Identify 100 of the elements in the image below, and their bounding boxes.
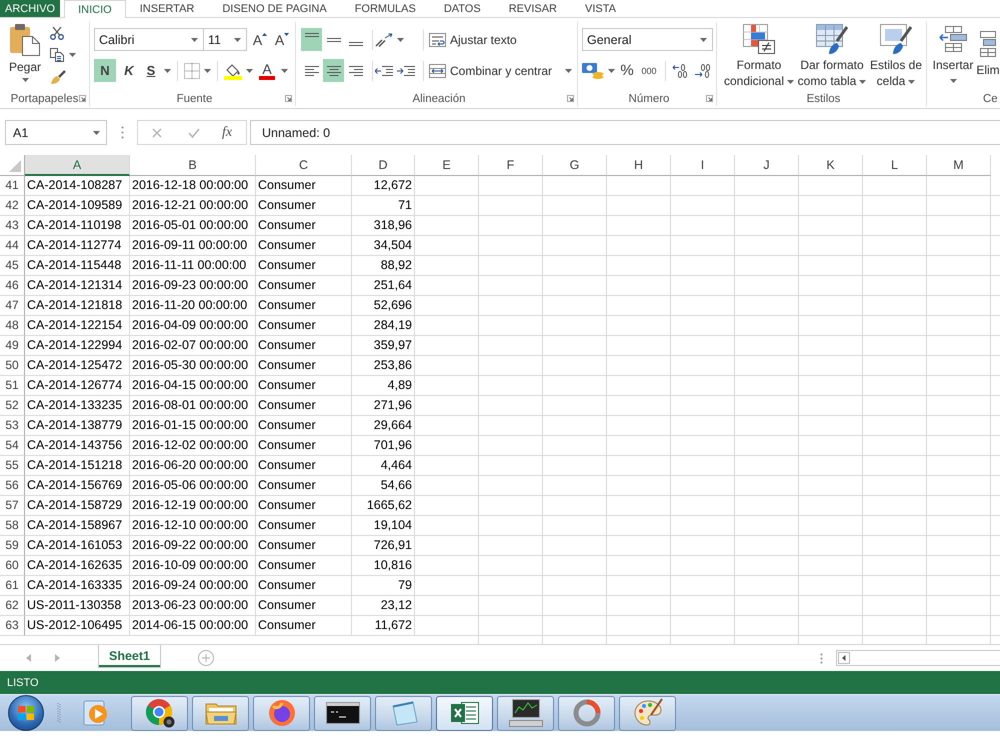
font-size-dropdown[interactable]: 11	[203, 28, 247, 51]
shrink-font-button[interactable]: A	[273, 28, 291, 51]
start-button[interactable]	[8, 695, 44, 731]
brush-icon[interactable]	[50, 70, 66, 85]
horizontal-align-button[interactable]	[323, 59, 344, 82]
row-header[interactable]: 43	[0, 216, 25, 236]
table-cell: 2016-02-07 00:00:00	[130, 336, 256, 356]
caret-icon[interactable]	[204, 68, 211, 72]
column-header[interactable]: F	[479, 155, 543, 176]
row-header[interactable]: 58	[0, 516, 25, 536]
row-header[interactable]: 60	[0, 556, 25, 576]
row-header[interactable]: 41	[0, 176, 25, 196]
row-header[interactable]: 46	[0, 276, 25, 296]
diagonal-arrow-icon[interactable]	[375, 32, 393, 46]
column-header[interactable]: G	[543, 155, 607, 176]
row-header[interactable]: 62	[0, 596, 25, 616]
cell-style-button[interactable]: Estilos de celda	[867, 24, 925, 89]
column-header[interactable]: H	[607, 155, 671, 176]
increase-decimal-icon[interactable]	[672, 64, 690, 78]
column-header[interactable]: I	[671, 155, 735, 176]
caret-icon[interactable]	[565, 68, 572, 72]
row-header[interactable]: 42	[0, 196, 25, 216]
row-header[interactable]: 44	[0, 236, 25, 256]
increase-indent-icon[interactable]	[397, 66, 415, 76]
wrap-text-button[interactable]: Ajustar texto	[426, 28, 520, 51]
caret-icon[interactable]	[281, 68, 288, 72]
caret-icon[interactable]	[608, 68, 615, 72]
row-header[interactable]: 48	[0, 316, 25, 336]
row-header[interactable]: 51	[0, 376, 25, 396]
bold-button[interactable]: N	[94, 59, 116, 82]
column-header[interactable]: A	[25, 155, 130, 176]
conditional-style-button[interactable]: Formato condicional	[721, 24, 797, 89]
borders-icon[interactable]	[184, 62, 200, 78]
grow-font-button[interactable]: A	[251, 28, 269, 51]
ribbon-tab[interactable]: DATOS	[430, 0, 495, 17]
caret-icon[interactable]	[69, 53, 76, 57]
ribbon-tab[interactable]: INSERTAR	[126, 0, 208, 17]
dialog-launcher-icon[interactable]	[567, 95, 574, 102]
formula-input[interactable]: Unnamed: 0	[250, 120, 1000, 145]
taskbar-button[interactable]	[497, 696, 554, 730]
file-tab[interactable]: ARCHIVO	[0, 0, 60, 17]
row-header[interactable]: 49	[0, 336, 25, 356]
number-format-dropdown[interactable]: General	[582, 28, 713, 51]
horizontal-scrollbar[interactable]	[836, 650, 1000, 666]
column-header[interactable]: J	[735, 155, 799, 176]
thousands-button[interactable]: 000	[639, 59, 659, 82]
sheet-tab[interactable]: Sheet1	[98, 645, 161, 668]
row-header[interactable]: 50	[0, 356, 25, 376]
row-header[interactable]: 61	[0, 576, 25, 596]
merge-center-button[interactable]: Combinar y centrar	[426, 59, 556, 82]
table-style-button[interactable]: Dar formato como tabla	[797, 24, 867, 89]
row-header[interactable]: 54	[0, 436, 25, 456]
row-header[interactable]: 52	[0, 396, 25, 416]
row-header[interactable]: 57	[0, 496, 25, 516]
row-header[interactable]: 59	[0, 536, 25, 556]
column-header[interactable]: L	[863, 155, 927, 176]
decrease-indent-icon[interactable]	[375, 66, 393, 76]
dialog-launcher-icon[interactable]	[285, 95, 292, 102]
column-header[interactable]: K	[799, 155, 863, 176]
paste-button[interactable]: Pegar	[5, 24, 45, 85]
caret-icon[interactable]	[164, 68, 171, 72]
ribbon-tab[interactable]: FORMULAS	[340, 0, 430, 17]
check-icon[interactable]	[188, 128, 200, 138]
fill-bucket-icon[interactable]	[224, 62, 242, 80]
decrease-decimal-icon[interactable]	[694, 64, 712, 78]
vertical-align-button[interactable]	[301, 28, 322, 51]
dialog-launcher-icon[interactable]	[79, 95, 86, 102]
taskbar-button[interactable]	[314, 696, 371, 730]
italic-button[interactable]: K	[120, 59, 138, 82]
insert-cells-button[interactable]: Insertar	[930, 24, 976, 83]
column-header[interactable]: E	[415, 155, 479, 176]
underline-button[interactable]: S	[142, 59, 160, 82]
row-header[interactable]: 47	[0, 296, 25, 316]
ribbon-tab[interactable]: VISTA	[571, 0, 630, 17]
percent-button[interactable]: %	[619, 59, 635, 82]
scissors-icon[interactable]	[50, 27, 64, 40]
row-header[interactable]: 53	[0, 416, 25, 436]
delete-cells-button[interactable]: Elim	[976, 24, 1000, 83]
column-header[interactable]: M	[927, 155, 991, 176]
insert-function-button[interactable]: fx	[222, 124, 232, 140]
ribbon-tab[interactable]: INICIO	[64, 0, 126, 18]
dialog-launcher-icon[interactable]	[706, 95, 713, 102]
row-header[interactable]: 45	[0, 256, 25, 276]
caret-icon[interactable]	[397, 38, 404, 42]
name-box[interactable]: A1	[5, 120, 107, 145]
row-header[interactable]: 55	[0, 456, 25, 476]
row-header[interactable]: 63	[0, 616, 25, 636]
taskbar-button[interactable]	[131, 696, 188, 730]
play-icon[interactable]	[83, 699, 109, 727]
ribbon-tab[interactable]: REVISAR	[494, 0, 571, 17]
font-name-dropdown[interactable]: Calibri	[94, 28, 204, 51]
caret-icon[interactable]	[246, 68, 253, 72]
column-header[interactable]: D	[352, 155, 415, 176]
copy-icon[interactable]	[50, 48, 64, 62]
banknote-icon[interactable]	[582, 62, 604, 78]
font-color-button[interactable]: A	[257, 59, 277, 82]
column-header[interactable]: B	[130, 155, 256, 176]
column-header[interactable]: C	[256, 155, 352, 176]
row-header[interactable]: 56	[0, 476, 25, 496]
ribbon-tab[interactable]: DISENO DE PAGINA	[208, 0, 341, 17]
